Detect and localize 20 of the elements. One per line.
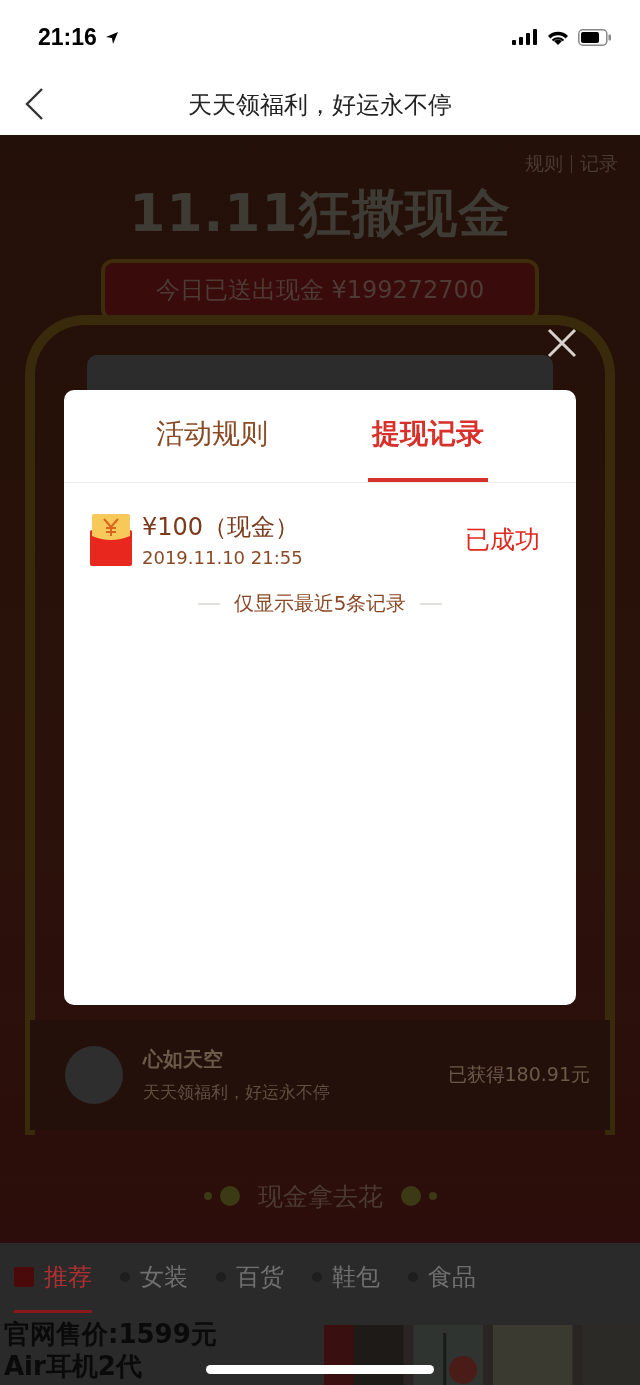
status-time: 21:16 bbox=[38, 23, 97, 51]
signal-icon bbox=[512, 29, 538, 46]
page-title: 天天领福利，好运永不停 bbox=[188, 89, 452, 121]
record-amount: ¥100（现金） bbox=[142, 512, 301, 543]
user-name: 心如天空 bbox=[143, 1045, 224, 1073]
earned-amount: 已获得180.91元 bbox=[447, 1061, 590, 1087]
category-tab[interactable]: 鞋包 bbox=[312, 1243, 380, 1313]
close-icon[interactable] bbox=[547, 328, 577, 358]
location-arrow-icon bbox=[104, 31, 119, 46]
battery-icon bbox=[578, 28, 612, 46]
user-motto: 天天领福利，好运永不停 bbox=[143, 1080, 331, 1104]
envelope-icon bbox=[90, 513, 132, 566]
records-note: 仅显示最近5条记录 bbox=[233, 590, 407, 617]
dialog-tab[interactable]: 活动规则 bbox=[152, 390, 272, 482]
category-tab[interactable]: 百货 bbox=[216, 1243, 284, 1313]
dialog-tab[interactable]: 提现记录 bbox=[368, 390, 488, 482]
record-time: 2019.11.10 21:55 bbox=[142, 547, 304, 568]
category-tab[interactable]: 女装 bbox=[120, 1243, 188, 1313]
category-tab[interactable]: 食品 bbox=[408, 1243, 476, 1313]
record-status: 已成功 bbox=[465, 524, 540, 556]
